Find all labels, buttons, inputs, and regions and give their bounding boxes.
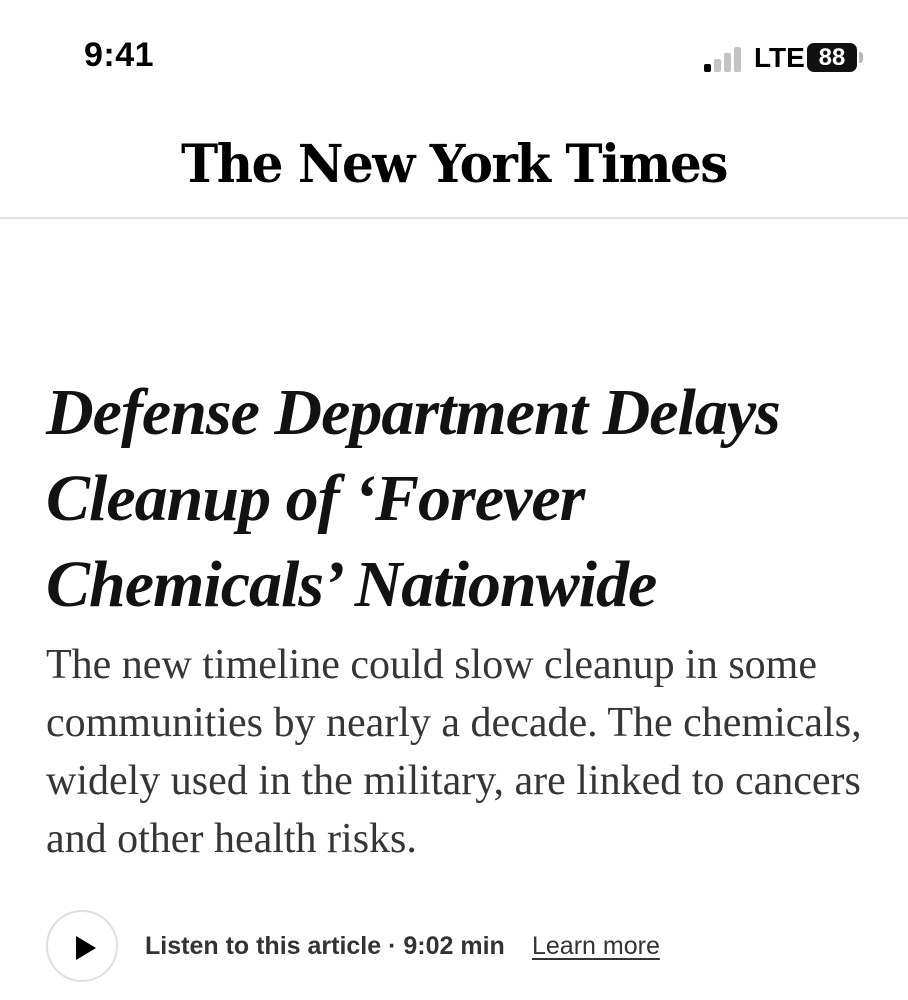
learn-more-link[interactable]: Learn more [532, 932, 660, 961]
signal-bar [734, 47, 741, 72]
masthead: The New York Times [0, 110, 908, 219]
cellular-signal-icon [704, 46, 744, 72]
play-button[interactable] [46, 910, 118, 982]
article-summary: The new timeline could slow cleanup in s… [46, 642, 862, 862]
signal-bar [714, 59, 721, 72]
listen-label: Listen to this article · 9:02 min [145, 932, 505, 960]
battery-cap [859, 52, 863, 63]
article-headline: Defense Department Delays Cleanup of ‘Fo… [46, 376, 781, 621]
battery-level: 88 [818, 44, 846, 71]
nyt-logo[interactable]: The New York Times [0, 133, 908, 195]
status-bar: 9:41 LTE 88 [0, 0, 908, 110]
signal-bar [704, 64, 711, 72]
network-type: LTE [754, 42, 805, 73]
signal-bar [724, 53, 731, 72]
status-time: 9:41 [84, 36, 155, 74]
listen-row: Listen to this article · 9:02 min Learn … [46, 910, 886, 986]
play-icon [76, 936, 96, 960]
battery-icon: 88 [807, 43, 857, 72]
